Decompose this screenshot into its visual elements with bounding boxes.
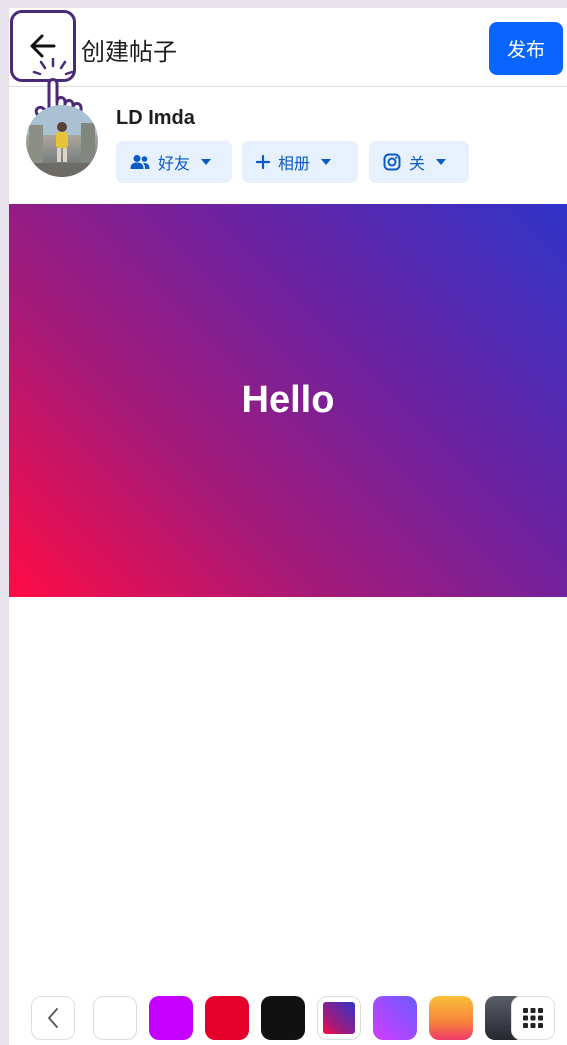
swatch-gradient-preview [323, 1002, 355, 1034]
swatch-blue-magenta-gradient-selected[interactable] [317, 996, 361, 1040]
audience-selector[interactable]: 好友 [116, 141, 232, 183]
swatch-red[interactable] [205, 996, 249, 1040]
album-selector[interactable]: 相册 [242, 141, 358, 183]
swatch-black[interactable] [261, 996, 305, 1040]
swatch-violet-gradient[interactable] [373, 996, 417, 1040]
instagram-label: 关 [409, 156, 426, 173]
instagram-icon [383, 153, 401, 171]
publish-button[interactable]: 发布 [489, 22, 563, 75]
plus-icon [256, 155, 270, 169]
more-backgrounds-button[interactable] [511, 996, 555, 1040]
caret-down-icon [436, 159, 447, 165]
chevron-left-icon [48, 1008, 58, 1028]
instagram-share-selector[interactable]: 关 [369, 141, 469, 183]
album-label: 相册 [278, 156, 311, 173]
user-name: LD Imda [116, 107, 195, 129]
caret-down-icon [201, 159, 212, 165]
create-post-screen: 创建帖子 发布 LD Imda 好友 相册 关 Hello [9, 8, 567, 1045]
swatch-white[interactable] [93, 996, 137, 1040]
post-text[interactable]: Hello [242, 379, 335, 422]
friends-icon [130, 155, 150, 169]
caret-down-icon [321, 159, 332, 165]
swatch-purple[interactable] [149, 996, 193, 1040]
post-text-canvas[interactable]: Hello [9, 204, 567, 597]
palette-collapse-button[interactable] [31, 996, 75, 1040]
swatch-orange-pink-gradient[interactable] [429, 996, 473, 1040]
grid-icon [523, 1008, 543, 1028]
background-palette [9, 996, 567, 1042]
person-photo-icon [26, 105, 98, 177]
audience-label: 好友 [158, 156, 191, 173]
avatar[interactable] [26, 105, 98, 177]
